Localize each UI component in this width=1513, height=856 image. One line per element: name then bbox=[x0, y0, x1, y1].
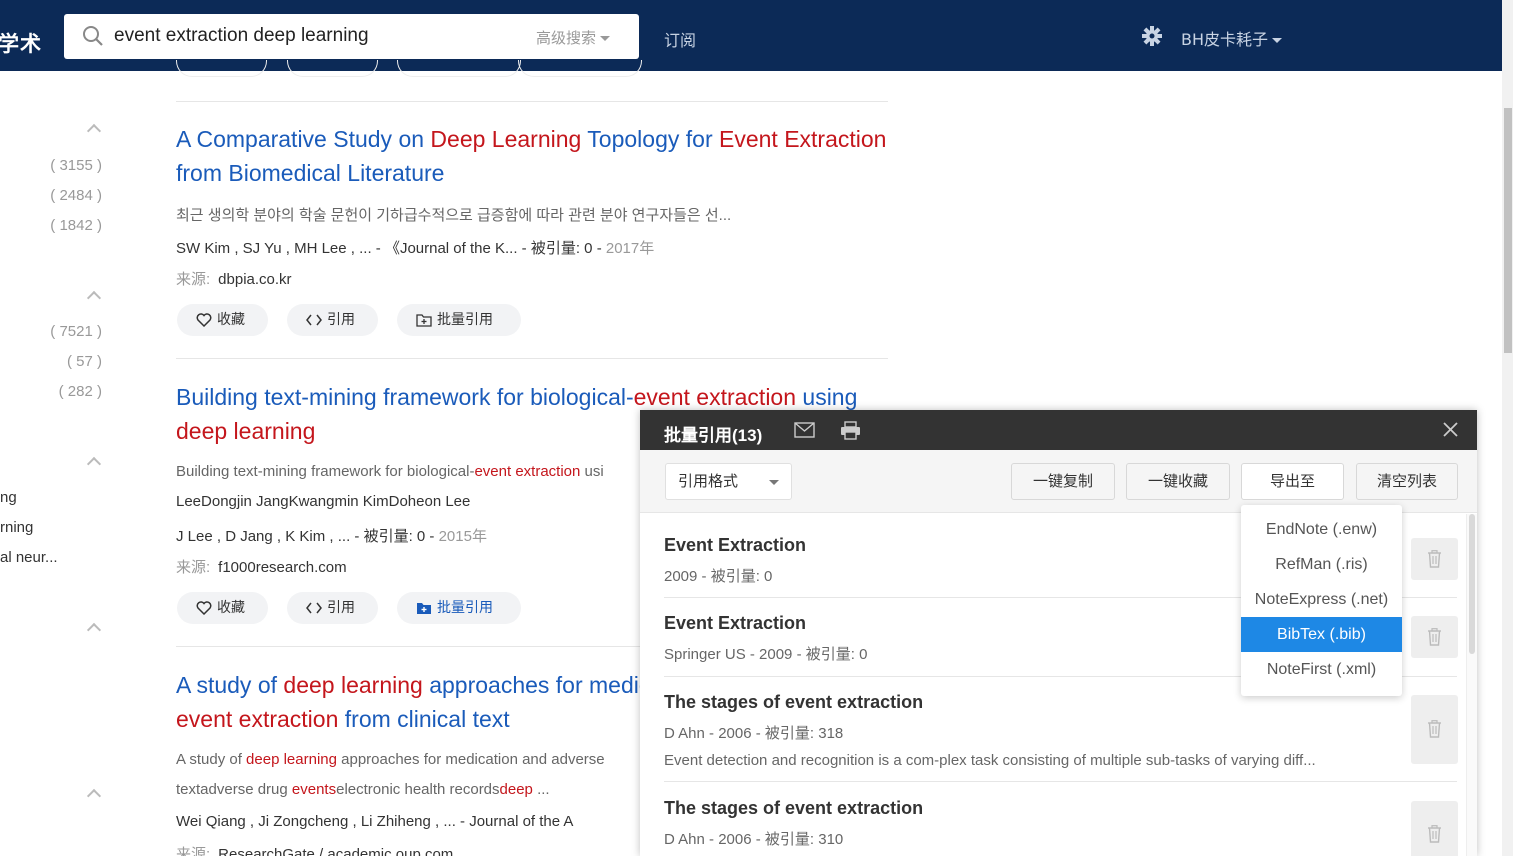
user-menu[interactable]: BH皮卡耗子 bbox=[1181, 26, 1283, 50]
result-abstract: A study of deep learning approaches for … bbox=[176, 751, 605, 768]
code-icon bbox=[306, 314, 322, 326]
trash-icon bbox=[1428, 550, 1441, 568]
gear-icon[interactable] bbox=[1141, 25, 1163, 47]
result-authors[interactable]: SW Kim , SJ Yu , MH Lee , ... - 《Journal… bbox=[176, 240, 602, 257]
close-icon[interactable] bbox=[1442, 421, 1459, 438]
clear-list-button[interactable]: 清空列表 bbox=[1356, 463, 1458, 500]
result-meta: Wei Qiang , Ji Zongcheng , Li Zhiheng , … bbox=[176, 813, 573, 830]
folder-plus-icon bbox=[417, 603, 431, 614]
chevron-down-icon bbox=[600, 36, 611, 41]
divider bbox=[176, 101, 888, 102]
filter-keyword[interactable]: al neur... bbox=[0, 549, 58, 566]
citation-format-select[interactable]: 引用格式 bbox=[665, 463, 792, 500]
printer-icon[interactable] bbox=[840, 421, 861, 440]
collapse-chevron-icon[interactable] bbox=[86, 123, 102, 139]
filter-count[interactable]: ( 3155 ) bbox=[50, 157, 102, 174]
export-option-notefirst[interactable]: NoteFirst (.xml) bbox=[1241, 652, 1402, 687]
heart-icon bbox=[196, 601, 212, 615]
filter-count[interactable]: ( 282 ) bbox=[59, 383, 102, 400]
export-format-menu: EndNote (.enw) RefMan (.ris) NoteExpress… bbox=[1241, 505, 1402, 696]
subscribe-link[interactable]: 订阅 bbox=[664, 27, 696, 51]
delete-button[interactable] bbox=[1411, 538, 1458, 580]
advanced-search-label: 高级搜索 bbox=[536, 29, 597, 47]
result-meta: SW Kim , SJ Yu , MH Lee , ... - 《Journal… bbox=[176, 237, 654, 258]
collect-all-button[interactable]: 一键收藏 bbox=[1126, 463, 1230, 500]
favorite-button[interactable]: 收藏 bbox=[177, 304, 268, 336]
result-abstract: Building text-mining framework for biolo… bbox=[176, 463, 604, 480]
collapse-chevron-icon[interactable] bbox=[86, 456, 102, 472]
filter-keyword[interactable]: ng bbox=[0, 489, 17, 506]
result-title[interactable]: A Comparative Study on Deep Learning Top… bbox=[176, 122, 888, 190]
export-option-refman[interactable]: RefMan (.ris) bbox=[1241, 547, 1402, 582]
export-option-bibtex[interactable]: BibTex (.bib) bbox=[1241, 617, 1402, 652]
panel-header: 批量引用(13) bbox=[640, 410, 1477, 450]
divider bbox=[176, 358, 888, 359]
export-option-endnote[interactable]: EndNote (.enw) bbox=[1241, 512, 1402, 547]
username-label: BH皮卡耗子 bbox=[1181, 30, 1269, 49]
result-abstract: 최근 생의학 분야의 학술 문헌이 기하급수적으로 급증함에 따라 관련 분야 … bbox=[176, 207, 732, 224]
list-item: The stages of event extraction D Ahn - 2… bbox=[664, 692, 1444, 769]
list-item: The stages of event extraction D Ahn - 2… bbox=[664, 798, 1444, 849]
filter-count[interactable]: ( 7521 ) bbox=[50, 323, 102, 340]
trash-icon bbox=[1428, 628, 1441, 646]
page-scrollbar[interactable] bbox=[1502, 0, 1513, 856]
source-link[interactable]: dbpia.co.kr bbox=[218, 271, 291, 288]
item-meta: D Ahn - 2006 - 被引量: 318 bbox=[664, 725, 844, 742]
result-authors[interactable]: Wei Qiang , Ji Zongcheng , Li Zhiheng , … bbox=[176, 813, 573, 830]
result-keywords: LeeDongjin JangKwangmin KimDoheon Lee bbox=[176, 493, 471, 510]
trash-icon bbox=[1428, 825, 1441, 843]
item-title[interactable]: The stages of event extraction bbox=[664, 798, 1444, 819]
page-scrollbar-thumb[interactable] bbox=[1504, 108, 1512, 353]
panel-toolbar: 引用格式 一键复制 一键收藏 导出至 清空列表 bbox=[640, 450, 1477, 513]
result-source: 来源: dbpia.co.kr bbox=[176, 271, 292, 288]
search-icon[interactable] bbox=[82, 25, 104, 47]
collapse-chevron-icon[interactable] bbox=[86, 290, 102, 306]
folder-plus-icon bbox=[416, 314, 432, 327]
trash-icon bbox=[1428, 720, 1441, 738]
export-button[interactable]: 导出至 bbox=[1241, 463, 1344, 500]
filter-count[interactable]: ( 1842 ) bbox=[50, 217, 102, 234]
chevron-down-icon bbox=[1272, 38, 1283, 43]
collapse-chevron-icon[interactable] bbox=[86, 788, 102, 804]
delete-button[interactable] bbox=[1411, 801, 1458, 856]
result-authors[interactable]: J Lee , D Jang , K Kim , ... - 被引量: 0 - bbox=[176, 528, 434, 545]
filter-count[interactable]: ( 2484 ) bbox=[50, 187, 102, 204]
delete-button[interactable] bbox=[1411, 695, 1458, 764]
export-option-noteexpress[interactable]: NoteExpress (.net) bbox=[1241, 582, 1402, 617]
result-abstract: textadverse drug eventselectronic health… bbox=[176, 781, 550, 798]
previous-result-buttons bbox=[176, 60, 676, 78]
chevron-down-icon bbox=[769, 480, 779, 485]
search-input[interactable] bbox=[114, 23, 514, 49]
cite-button[interactable]: 引用 bbox=[287, 304, 378, 336]
result-year: 2017年 bbox=[605, 240, 655, 257]
item-abstract: Event detection and recognition is a com… bbox=[664, 752, 1316, 769]
batch-cite-button[interactable]: 批量引用 bbox=[397, 592, 521, 624]
source-link[interactable]: f1000research.com bbox=[218, 559, 346, 576]
result-source: 来源: f1000research.com bbox=[176, 559, 347, 576]
batch-cite-button[interactable]: 批量引用 bbox=[397, 304, 521, 336]
result-source: 来源: ResearchGate / academic.oup.com bbox=[176, 843, 453, 856]
code-icon bbox=[306, 602, 322, 614]
site-logo[interactable]: 学术 bbox=[0, 28, 42, 58]
divider bbox=[664, 781, 1457, 782]
search-box: 高级搜索 bbox=[64, 14, 639, 59]
delete-button[interactable] bbox=[1411, 616, 1458, 658]
source-link[interactable]: ResearchGate / academic.oup.com bbox=[218, 846, 453, 856]
citation-format-label: 引用格式 bbox=[678, 472, 739, 490]
list-scrollbar-thumb[interactable] bbox=[1469, 514, 1475, 654]
favorite-button[interactable]: 收藏 bbox=[177, 592, 268, 624]
copy-all-button[interactable]: 一键复制 bbox=[1011, 463, 1115, 500]
collapse-chevron-icon[interactable] bbox=[86, 622, 102, 638]
advanced-search-dropdown[interactable]: 高级搜索 bbox=[536, 27, 611, 48]
cite-button[interactable]: 引用 bbox=[287, 592, 378, 624]
item-meta: D Ahn - 2006 - 被引量: 310 bbox=[664, 831, 844, 848]
filter-keyword[interactable]: rning bbox=[0, 519, 33, 536]
result-meta: J Lee , D Jang , K Kim , ... - 被引量: 0 - … bbox=[176, 525, 487, 546]
filter-count[interactable]: ( 57 ) bbox=[67, 353, 102, 370]
result-year: 2015年 bbox=[438, 528, 487, 545]
panel-title: 批量引用(13) bbox=[664, 426, 763, 445]
heart-icon bbox=[196, 313, 212, 327]
mail-icon[interactable] bbox=[794, 422, 815, 438]
list-scrollbar[interactable] bbox=[1466, 514, 1477, 856]
